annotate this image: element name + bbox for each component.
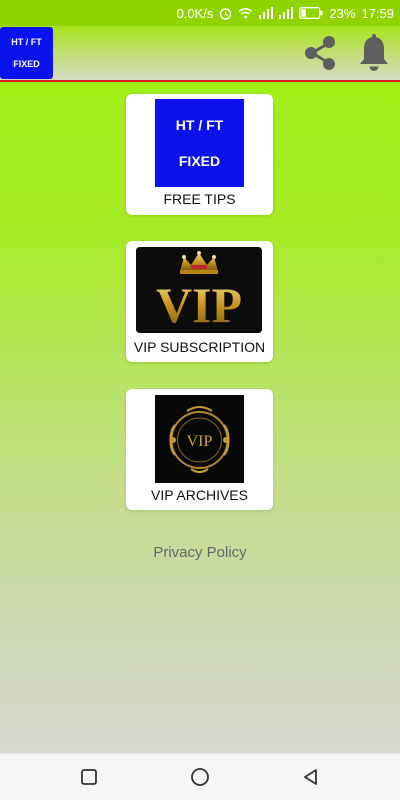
home-circle-icon [191, 768, 209, 786]
thumb-line1: HT / FT [175, 117, 224, 133]
share-button[interactable] [300, 33, 340, 73]
vip-subscription-card[interactable]: VIP VIP SUBSCRIPTION [126, 241, 273, 362]
network-speed: 0.0K/s [176, 5, 214, 21]
back-button[interactable] [300, 766, 322, 788]
wifi-icon [238, 7, 253, 19]
battery-icon [299, 7, 323, 19]
alarm-icon [219, 7, 232, 20]
vip-logo-image: VIP [136, 247, 262, 333]
battery-percent: 23% [329, 5, 356, 21]
recents-square-icon [81, 769, 97, 785]
vip-archives-card[interactable]: VIP VIP ARCHIVES [126, 389, 273, 510]
vip-archive-emblem: VIP [155, 395, 244, 483]
recents-button[interactable] [78, 766, 100, 788]
status-bar: 0.0K/s 23% 17:59 [0, 0, 400, 26]
free-tips-label: FREE TIPS [163, 191, 236, 207]
app-bar: HT / FT FIXED [0, 26, 400, 82]
thumb-line2: FIXED [178, 153, 221, 169]
free-tips-thumbnail: HT / FT FIXED [155, 99, 244, 187]
privacy-policy-link[interactable]: Privacy Policy [0, 544, 400, 561]
logo-line2: FIXED [13, 59, 40, 69]
home-button[interactable] [189, 766, 211, 788]
vip-logo-text: VIP [156, 277, 242, 333]
vip-emblem-text: VIP [187, 433, 213, 450]
system-nav-bar [0, 753, 400, 800]
vip-subscription-label: VIP SUBSCRIPTION [133, 339, 266, 355]
vip-archives-label: VIP ARCHIVES [150, 487, 248, 503]
app-logo: HT / FT FIXED [0, 27, 53, 79]
signal-icon [279, 7, 294, 19]
notifications-button[interactable] [356, 33, 392, 73]
share-icon [305, 36, 335, 70]
signal-icon [259, 7, 274, 19]
clock: 17:59 [361, 5, 394, 21]
free-tips-card[interactable]: HT / FT FIXED FREE TIPS [126, 94, 273, 215]
bell-icon [360, 34, 388, 71]
back-triangle-icon [304, 769, 317, 785]
logo-line1: HT / FT [11, 37, 42, 47]
